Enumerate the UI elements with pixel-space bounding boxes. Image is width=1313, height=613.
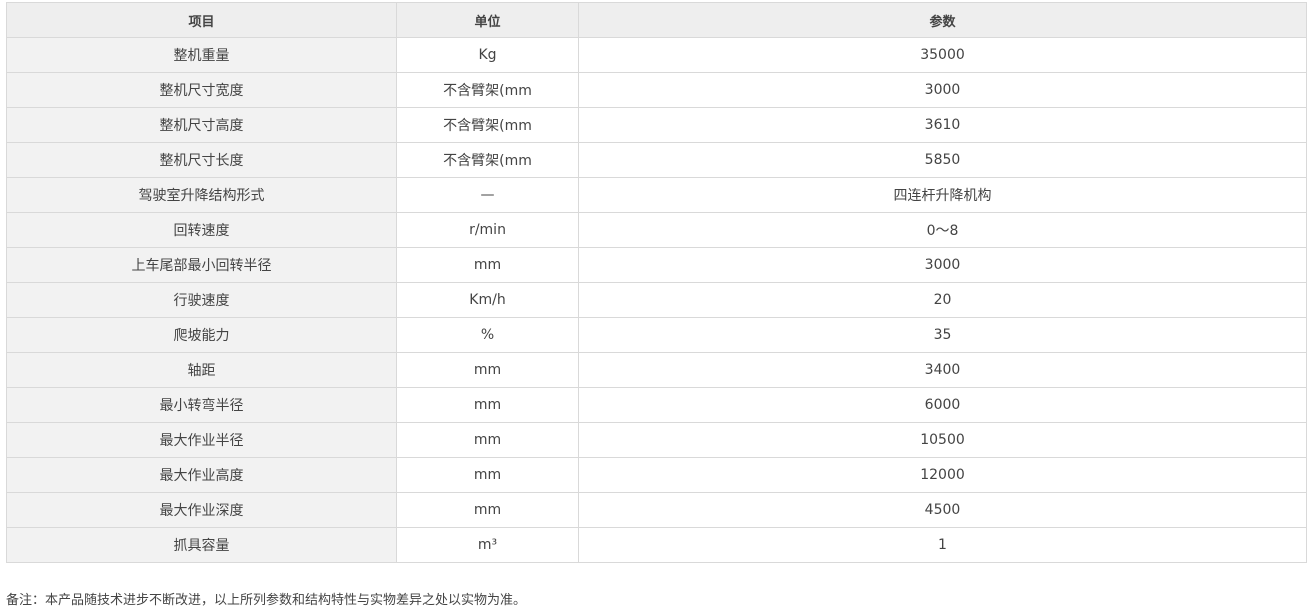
cell-value: 3000 <box>578 247 1307 283</box>
cell-value: 20 <box>578 282 1307 318</box>
cell-item: 整机尺寸宽度 <box>6 72 397 108</box>
cell-item: 整机尺寸高度 <box>6 107 397 143</box>
table-row: 最大作业深度 mm 4500 <box>6 492 1307 528</box>
cell-item: 爬坡能力 <box>6 317 397 353</box>
table-row: 上车尾部最小回转半径 mm 3000 <box>6 247 1307 283</box>
table-row: 回转速度 r/min 0～8 <box>6 212 1307 248</box>
table-row: 整机重量 Kg 35000 <box>6 37 1307 73</box>
cell-unit: mm <box>396 352 579 388</box>
cell-unit: 不含臂架(mm <box>396 142 579 178</box>
cell-unit: mm <box>396 457 579 493</box>
cell-value: 3610 <box>578 107 1307 143</box>
cell-item: 回转速度 <box>6 212 397 248</box>
cell-unit: mm <box>396 387 579 423</box>
cell-item: 行驶速度 <box>6 282 397 318</box>
table-row: 轴距 mm 3400 <box>6 352 1307 388</box>
table-row: 行驶速度 Km/h 20 <box>6 282 1307 318</box>
cell-value: 4500 <box>578 492 1307 528</box>
header-unit: 单位 <box>396 2 579 38</box>
cell-unit: mm <box>396 422 579 458</box>
cell-unit: 不含臂架(mm <box>396 72 579 108</box>
table-row: 爬坡能力 % 35 <box>6 317 1307 353</box>
cell-value: 0～8 <box>578 212 1307 248</box>
cell-item: 最大作业高度 <box>6 457 397 493</box>
cell-item: 最大作业半径 <box>6 422 397 458</box>
cell-value: 6000 <box>578 387 1307 423</box>
table-row: 最大作业半径 mm 10500 <box>6 422 1307 458</box>
cell-value: 3000 <box>578 72 1307 108</box>
cell-unit: mm <box>396 247 579 283</box>
cell-item: 整机尺寸长度 <box>6 142 397 178</box>
cell-value: 10500 <box>578 422 1307 458</box>
table-row: 整机尺寸宽度 不含臂架(mm 3000 <box>6 72 1307 108</box>
cell-item: 上车尾部最小回转半径 <box>6 247 397 283</box>
table-header-row: 项目 单位 参数 <box>6 2 1307 38</box>
cell-unit: — <box>396 177 579 213</box>
cell-value: 5850 <box>578 142 1307 178</box>
cell-item: 整机重量 <box>6 37 397 73</box>
table-row: 最大作业高度 mm 12000 <box>6 457 1307 493</box>
cell-unit: r/min <box>396 212 579 248</box>
header-value: 参数 <box>578 2 1307 38</box>
cell-unit: Kg <box>396 37 579 73</box>
cell-unit: m³ <box>396 527 579 563</box>
cell-value: 35000 <box>578 37 1307 73</box>
table-row: 最小转弯半径 mm 6000 <box>6 387 1307 423</box>
cell-item: 轴距 <box>6 352 397 388</box>
cell-value: 12000 <box>578 457 1307 493</box>
cell-value: 四连杆升降机构 <box>578 177 1307 213</box>
cell-unit: % <box>396 317 579 353</box>
table-row: 抓具容量 m³ 1 <box>6 527 1307 563</box>
footnote: 备注：本产品随技术进步不断改进，以上所列参数和结构特性与实物差异之处以实物为准。 <box>6 593 527 608</box>
cell-item: 驾驶室升降结构形式 <box>6 177 397 213</box>
header-item: 项目 <box>6 2 397 38</box>
cell-unit: 不含臂架(mm <box>396 107 579 143</box>
cell-unit: mm <box>396 492 579 528</box>
cell-value: 35 <box>578 317 1307 353</box>
cell-value: 3400 <box>578 352 1307 388</box>
cell-item: 抓具容量 <box>6 527 397 563</box>
table-row: 驾驶室升降结构形式 — 四连杆升降机构 <box>6 177 1307 213</box>
cell-unit: Km/h <box>396 282 579 318</box>
table-row: 整机尺寸高度 不含臂架(mm 3610 <box>6 107 1307 143</box>
spec-table: 项目 单位 参数 整机重量 Kg 35000 整机尺寸宽度 不含臂架(mm 30… <box>6 2 1307 563</box>
table-row: 整机尺寸长度 不含臂架(mm 5850 <box>6 142 1307 178</box>
cell-value: 1 <box>578 527 1307 563</box>
cell-item: 最小转弯半径 <box>6 387 397 423</box>
cell-item: 最大作业深度 <box>6 492 397 528</box>
